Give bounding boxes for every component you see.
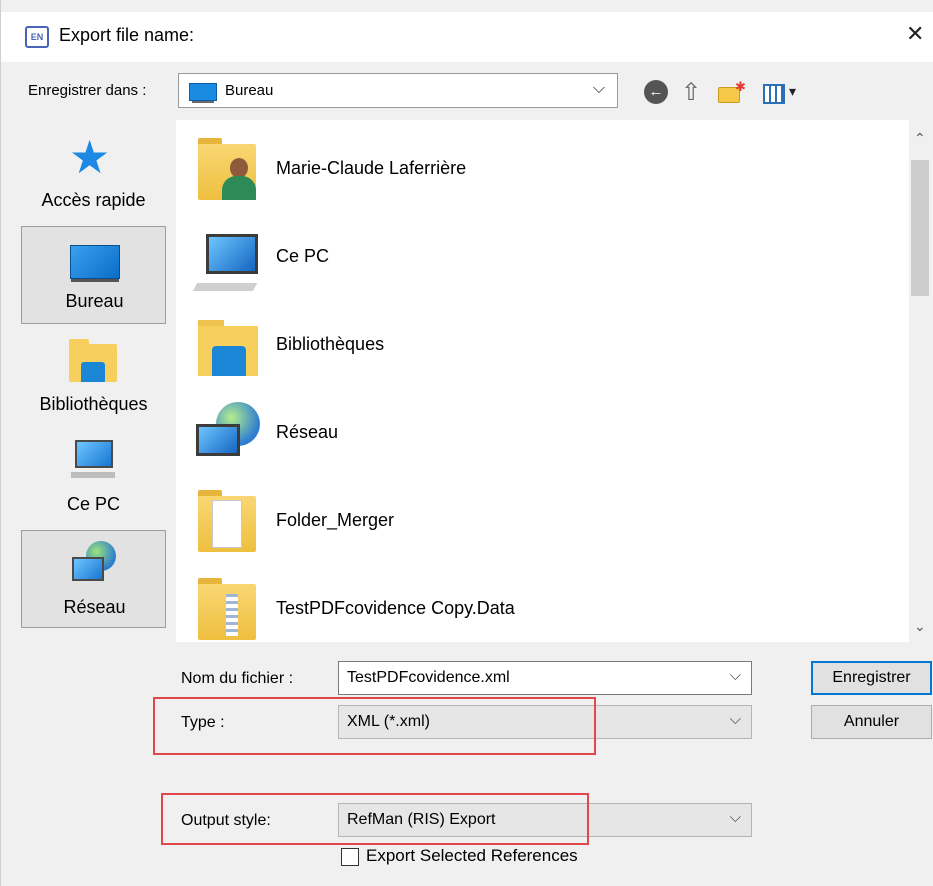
list-item[interactable]: Ce PC (176, 208, 896, 296)
save-location-combo[interactable]: Bureau ⌵ (178, 73, 618, 108)
file-name: TestPDFcovidence Copy.Data (276, 598, 515, 618)
file-name: Ce PC (276, 246, 330, 266)
scrollbar-thumb[interactable] (911, 160, 929, 296)
close-icon[interactable]: ✕ (906, 21, 924, 47)
back-arrow-icon: ← (644, 80, 668, 104)
list-item[interactable]: Réseau (176, 384, 896, 472)
type-highlight-box (153, 697, 596, 755)
libraries-icon (192, 314, 262, 378)
chevron-down-icon: ⌵ (592, 80, 605, 97)
network-icon (72, 541, 116, 585)
export-selected-label[interactable]: Export Selected References (366, 846, 578, 866)
place-libraries[interactable]: Bibliothèques (21, 332, 166, 424)
places-bar: ★ Accès rapide Bureau Bibliothèques Ce P… (21, 120, 166, 640)
place-label: Bureau (65, 291, 124, 311)
place-this-pc[interactable]: Ce PC (21, 430, 166, 526)
libraries-icon (69, 339, 117, 382)
network-icon (192, 402, 262, 466)
folder-icon (192, 490, 262, 554)
endnote-app-icon: EN (25, 26, 49, 48)
list-item[interactable]: Marie-Claude Laferrière (176, 120, 896, 208)
export-file-dialog: EN Export file name: ✕ Enregistrer dans … (0, 0, 933, 886)
place-desktop[interactable]: Bureau (21, 226, 166, 324)
new-folder-star-icon: ✱ (735, 79, 746, 94)
scroll-up-icon[interactable]: ⌃ (914, 130, 926, 147)
place-label: Accès rapide (41, 190, 146, 210)
computer-icon (192, 226, 262, 290)
views-menu-button[interactable]: ▾ (761, 80, 803, 110)
save-in-label: Enregistrer dans : (28, 82, 147, 99)
desktop-icon (189, 83, 217, 103)
place-network[interactable]: Réseau (21, 530, 166, 628)
place-label: Ce PC (66, 494, 120, 514)
list-item[interactable]: Bibliothèques (176, 296, 896, 384)
list-item[interactable]: TestPDFcovidence Copy.Data (176, 560, 896, 642)
dialog-title: Export file name: (59, 25, 195, 45)
place-label: Réseau (63, 597, 126, 617)
export-selected-checkbox[interactable] (341, 848, 359, 866)
desktop-icon (70, 245, 120, 282)
place-quick-access[interactable]: ★ Accès rapide (21, 120, 166, 220)
save-button[interactable]: Enregistrer (811, 661, 932, 695)
save-location-value: Bureau (225, 82, 274, 99)
chevron-down-icon[interactable]: ⌵ (730, 711, 741, 728)
filename-field[interactable]: TestPDFcovidence.xml ⌵ (338, 661, 752, 695)
scroll-down-icon[interactable]: ⌄ (914, 618, 926, 635)
chevron-down-icon[interactable]: ⌵ (730, 667, 741, 684)
filename-label: Nom du fichier : (181, 670, 294, 687)
file-name: Folder_Merger (276, 510, 395, 530)
star-icon: ★ (69, 131, 111, 183)
file-name: Bibliothèques (276, 334, 385, 354)
user-folder-icon (192, 138, 262, 202)
file-list[interactable]: Marie-Claude Laferrière Ce PC Bibliothèq… (176, 120, 909, 642)
output-style-highlight-box (161, 793, 589, 845)
file-list-scrollbar[interactable]: ⌃ ⌄ (909, 120, 931, 642)
views-menu-icon (763, 84, 785, 104)
chevron-down-icon[interactable]: ⌵ (730, 809, 741, 826)
file-name: Réseau (276, 422, 339, 442)
place-label: Bibliothèques (39, 394, 148, 414)
up-folder-button[interactable]: ⇧ (676, 78, 706, 108)
file-name: Marie-Claude Laferrière (276, 158, 467, 178)
title-bar: EN Export file name: ✕ (1, 12, 933, 62)
caret-down-icon: ▾ (789, 83, 797, 99)
new-folder-button[interactable]: ✱ (715, 79, 746, 110)
cancel-button[interactable]: Annuler (811, 705, 932, 739)
filename-value: TestPDFcovidence.xml (347, 669, 510, 686)
computer-icon (71, 440, 115, 478)
up-folder-icon: ⇧ (680, 79, 702, 106)
back-button[interactable]: ← (641, 78, 671, 108)
list-item[interactable]: Folder_Merger (176, 472, 896, 560)
folder-icon (192, 578, 262, 642)
